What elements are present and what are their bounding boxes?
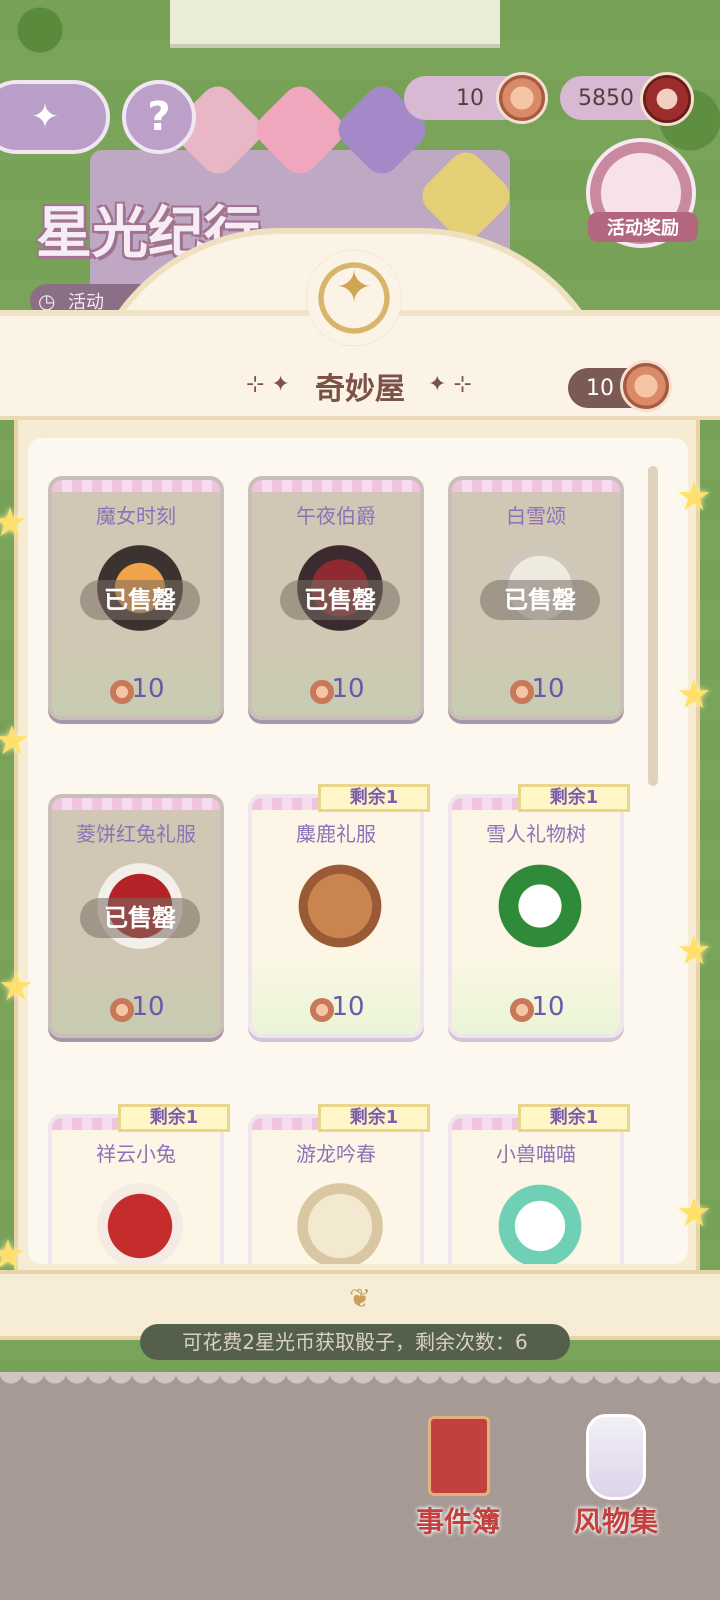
event-coin-icon <box>496 72 548 124</box>
shop-coin-icon <box>620 360 672 412</box>
star-icon: ★ <box>0 500 28 546</box>
item-name: 午夜伯爵 <box>296 504 376 528</box>
outfit-image <box>490 1176 590 1264</box>
star-icon: ★ <box>676 928 712 974</box>
item-name: 魔女时刻 <box>96 504 176 528</box>
star-icon: ★ <box>0 718 30 764</box>
item-price: 10 <box>331 674 365 704</box>
help-button[interactable]: ? <box>122 80 196 154</box>
shop-item-card[interactable]: 菱饼红兔礼服 已售罄 10 <box>48 794 224 1038</box>
ribbon-decoration <box>52 480 220 492</box>
star-icon: ★ <box>676 1190 712 1236</box>
shop-item-card[interactable]: 麋鹿礼服 10 <box>248 794 424 1038</box>
ribbon-decoration <box>52 798 220 810</box>
star-emblem-icon: ✦ <box>335 262 373 313</box>
premium-coin-count: 5850 <box>578 85 634 111</box>
outfit-image <box>290 856 390 956</box>
star-icon: ★ <box>676 474 712 520</box>
outfit-image <box>290 1176 390 1264</box>
activity-reward-label: 活动奖励 <box>588 212 698 242</box>
ornament-icon: ❦ <box>349 1284 371 1314</box>
star-icon: ★ <box>676 672 712 718</box>
outfit-image <box>490 856 590 956</box>
shop-item-card[interactable]: 白雪颂 已售罄 10 <box>448 476 624 720</box>
remaining-badge: 剩余1 <box>518 784 630 812</box>
item-price: 10 <box>131 674 165 704</box>
help-icon: ? <box>147 94 171 140</box>
shop-currency-count: 10 <box>586 375 614 401</box>
sparkle-icon: ✦ <box>30 97 60 137</box>
item-name: 麋鹿礼服 <box>296 822 376 846</box>
sold-out-badge: 已售罄 <box>280 580 400 620</box>
item-name: 祥云小兔 <box>96 1142 176 1166</box>
remaining-badge: 剩余1 <box>118 1104 230 1132</box>
outfit-image <box>90 1176 190 1264</box>
collection-bottle-icon[interactable] <box>586 1414 646 1500</box>
item-price: 10 <box>331 992 365 1022</box>
item-price: 10 <box>131 992 165 1022</box>
remaining-badge: 剩余1 <box>318 1104 430 1132</box>
sold-out-badge: 已售罄 <box>480 580 600 620</box>
sold-out-badge: 已售罄 <box>80 898 200 938</box>
item-name: 雪人礼物树 <box>486 822 586 846</box>
sold-out-badge: 已售罄 <box>80 580 200 620</box>
premium-coin-icon <box>640 72 694 126</box>
shop-item-card[interactable]: 雪人礼物树 10 <box>448 794 624 1038</box>
item-grid[interactable]: 魔女时刻 已售罄 10 午夜伯爵 已售罄 10 白雪颂 已售罄 10 菱饼红兔礼… <box>28 438 688 1264</box>
shop-item-card[interactable]: 午夜伯爵 已售罄 10 <box>248 476 424 720</box>
item-name: 游龙吟春 <box>296 1142 376 1166</box>
right-flourish: ✦ ⊹ <box>428 372 472 397</box>
item-price: 10 <box>531 992 565 1022</box>
item-price: 10 <box>531 674 565 704</box>
event-book-icon[interactable] <box>428 1416 490 1496</box>
remaining-badge: 剩余1 <box>318 784 430 812</box>
event-book-button[interactable]: 事件簿 <box>416 1500 500 1540</box>
remaining-badge: 剩余1 <box>518 1104 630 1132</box>
event-coin-count: 10 <box>456 85 484 111</box>
item-name: 白雪颂 <box>506 504 566 528</box>
shop-item-card[interactable]: 小兽喵喵 10 <box>448 1114 624 1264</box>
shop-item-card[interactable]: 祥云小兔 10 <box>48 1114 224 1264</box>
ribbon-decoration <box>252 480 420 492</box>
scallop-border <box>0 1372 720 1394</box>
star-icon: ★ <box>0 1232 26 1278</box>
shop-item-card[interactable]: 魔女时刻 已售罄 10 <box>48 476 224 720</box>
ribbon-decoration <box>452 480 620 492</box>
shop-item-card[interactable]: 游龙吟春 10 <box>248 1114 424 1264</box>
dice-hint-text: 可花费2星光币获取骰子，剩余次数：6 <box>140 1324 570 1360</box>
item-name: 小兽喵喵 <box>496 1142 576 1166</box>
scrollbar-thumb[interactable] <box>648 466 658 786</box>
collection-button[interactable]: 风物集 <box>574 1500 658 1540</box>
star-icon: ★ <box>0 964 34 1010</box>
castle-gate-decoration <box>170 0 500 48</box>
item-name: 菱饼红兔礼服 <box>76 822 196 846</box>
back-button[interactable]: ✦ <box>0 80 110 154</box>
